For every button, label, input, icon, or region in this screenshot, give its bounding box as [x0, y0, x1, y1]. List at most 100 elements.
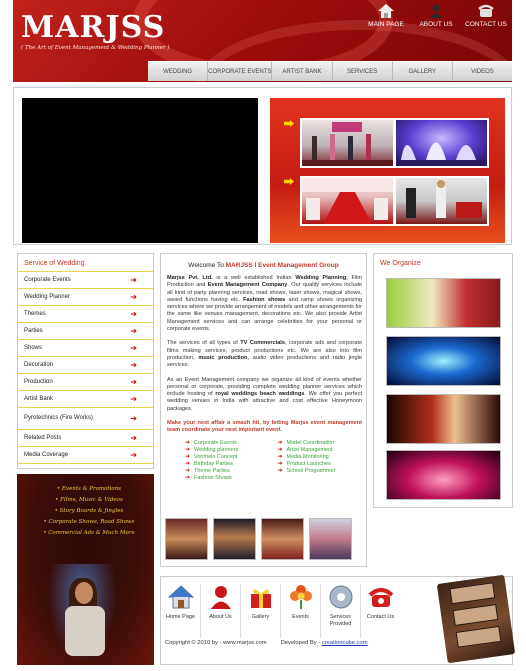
singer-image [75, 582, 93, 604]
service-link-item[interactable]: ➔ Corporate Events [185, 440, 266, 447]
footer-nav: Home Page About Us Gallery Events Servic… [161, 580, 400, 638]
arrow-right-icon: ➔ [277, 460, 283, 467]
developer-link[interactable]: creationcube.com [322, 640, 368, 646]
top-nav-about-us[interactable]: ABOUT US [414, 4, 458, 28]
service-link-item[interactable]: ➔ Theme Parties [185, 468, 266, 475]
gallery-thumbnail[interactable] [300, 176, 395, 226]
event-image[interactable] [386, 394, 501, 444]
film-frame [455, 625, 502, 648]
celebrity-photo[interactable] [309, 518, 352, 560]
service-link[interactable]: Production ➔ [18, 374, 153, 391]
service-label: Shows [24, 345, 43, 351]
arrow-right-icon: ➔ [130, 433, 137, 443]
top-nav-label: MAIN PAGE [368, 21, 404, 28]
service-link-item[interactable]: ➔ Vonmelo Concept [185, 454, 266, 461]
promo-text: • Events & Promotions • Films, Music & V… [29, 484, 149, 539]
service-link-label: Artist Management [286, 446, 333, 453]
footer-nav-contact[interactable]: Contact Us [361, 580, 400, 638]
service-link[interactable]: Pyrotechnics (Fire Works) ➔ [18, 408, 153, 430]
footer-nav-label: Gallery [251, 614, 270, 620]
service-links-left: ➔ Corporate Events ➔ Wedding planners ➔ Von… [185, 440, 266, 482]
footer-nav-label: Events [292, 614, 309, 620]
service-link[interactable]: Shows ➔ [18, 340, 153, 357]
arrow-right-icon: ➔ [185, 439, 191, 446]
service-label: Corporate Events [24, 277, 71, 283]
bold-text: royal weddings beach weddings [215, 391, 305, 398]
service-link[interactable]: Wedding Planner ➔ [18, 289, 153, 306]
promo-banner[interactable]: • Events & Promotions • Films, Music & V… [17, 474, 154, 665]
gallery-thumbnail[interactable] [394, 176, 489, 226]
service-links-right: ➔ Model Coordination ➔ Artist Management ➔… [278, 440, 359, 482]
gallery-thumbnail[interactable] [394, 118, 489, 168]
person-icon [430, 4, 442, 18]
service-link-item[interactable]: ➔ Artist Management [278, 447, 359, 454]
service-link-item[interactable]: ➔ Product Launches [278, 461, 359, 468]
main-nav-services[interactable]: SERVICES [333, 62, 393, 81]
arrow-right-icon: ➔ [277, 446, 283, 453]
welcome-title-brand: MARJSS I Event Management Group [225, 262, 339, 269]
text: The services of all types of [167, 340, 241, 347]
service-link-label: Birthday Parties [194, 460, 233, 467]
site-footer: Home Page About Us Gallery Events Servic… [160, 574, 516, 665]
site-logo[interactable]: MARJSS [21, 10, 165, 45]
event-image[interactable] [386, 450, 501, 500]
arrow-right-icon: ➔ [130, 292, 137, 302]
footer-nav-services[interactable]: Services Provided [321, 580, 360, 638]
celebrity-photo[interactable] [213, 518, 256, 560]
service-label: Decoration [24, 362, 54, 368]
we-organize-title: We Organize [380, 260, 421, 267]
celebrity-photos [165, 518, 352, 560]
footer-nav-label: Contact Us [366, 614, 395, 620]
service-link[interactable]: Corporate Events ➔ [18, 272, 153, 289]
bold-text: Fashion shows [243, 296, 286, 303]
arrow-right-icon: ➔ [130, 275, 137, 285]
service-link[interactable]: Parties ➔ [18, 323, 153, 340]
service-link[interactable]: Decoration ➔ [18, 357, 153, 374]
celebrity-photo[interactable] [165, 518, 208, 560]
service-link[interactable]: Media Coverage ➔ [18, 447, 153, 464]
service-link-label: School Programmer [286, 467, 336, 474]
top-nav-contact-us[interactable]: CONTACT US [464, 4, 508, 28]
intro-paragraph: Marjss Pvt. Ltd. is a well established I… [161, 275, 366, 333]
fashion-show-photo [302, 122, 393, 166]
film-reel-image [436, 574, 516, 664]
flower-icon [289, 585, 312, 609]
footer-nav-home[interactable]: Home Page [161, 580, 200, 638]
footer-nav-about[interactable]: About Us [201, 580, 240, 638]
event-photo-gallery [270, 98, 505, 243]
service-link-item[interactable]: ➔ School Programmer [278, 468, 359, 475]
celebrity-photo[interactable] [261, 518, 304, 560]
service-link[interactable]: Themes ➔ [18, 306, 153, 323]
arrow-right-icon: ➔ [130, 377, 137, 387]
event-image[interactable] [386, 336, 501, 386]
service-link-item[interactable]: ➔ Wedding planners [185, 447, 266, 454]
main-nav-wedding[interactable]: WEDDING [148, 62, 209, 81]
footer-nav-events[interactable]: Events [281, 580, 320, 638]
main-nav-corporate-events[interactable]: CORPORATE EVENTS [208, 62, 273, 81]
event-image[interactable] [386, 278, 501, 328]
service-link-item[interactable]: ➔ Birthday Parties [185, 461, 266, 468]
top-nav-main-page[interactable]: MAIN PAGE [364, 4, 408, 28]
production-paragraph: The services of all types of TV Commerci… [161, 340, 366, 369]
closing-paragraph: Make your next affair a smash hit, by le… [167, 420, 362, 434]
arrow-right-icon: ➔ [130, 360, 137, 370]
service-link[interactable]: Related Posts ➔ [18, 430, 153, 447]
service-link-item[interactable]: ➔ Media Monitoring [278, 454, 359, 461]
promo-line: • Events & Promotions [56, 486, 122, 492]
footer-nav-gallery[interactable]: Gallery [241, 580, 280, 638]
phone-icon [478, 4, 494, 17]
service-link-item[interactable]: ➔ Model Coordination [278, 440, 359, 447]
welcome-title: Welcome To MARJSS I Event Management Gro… [161, 254, 366, 275]
main-nav-artist-bank[interactable]: ARTIST BANK [272, 62, 333, 81]
service-link[interactable]: Artist Bank ➔ [18, 391, 153, 408]
copyright-text: Copyright © 2010 by - www.marjss.com [165, 640, 267, 646]
service-link-label: Product Launches [286, 460, 331, 467]
gallery-thumbnail[interactable] [300, 118, 395, 168]
service-link-item[interactable]: ➔ Fashion Shows [185, 475, 266, 482]
video-player[interactable] [22, 98, 258, 243]
main-nav-videos[interactable]: VIDEOS [453, 62, 512, 81]
arrow-right-icon: ➔ [185, 453, 191, 460]
main-nav-gallery[interactable]: GALLERY [393, 62, 453, 81]
service-label: Artist Bank [24, 396, 54, 402]
service-link-label: Fashion Shows [194, 474, 232, 481]
